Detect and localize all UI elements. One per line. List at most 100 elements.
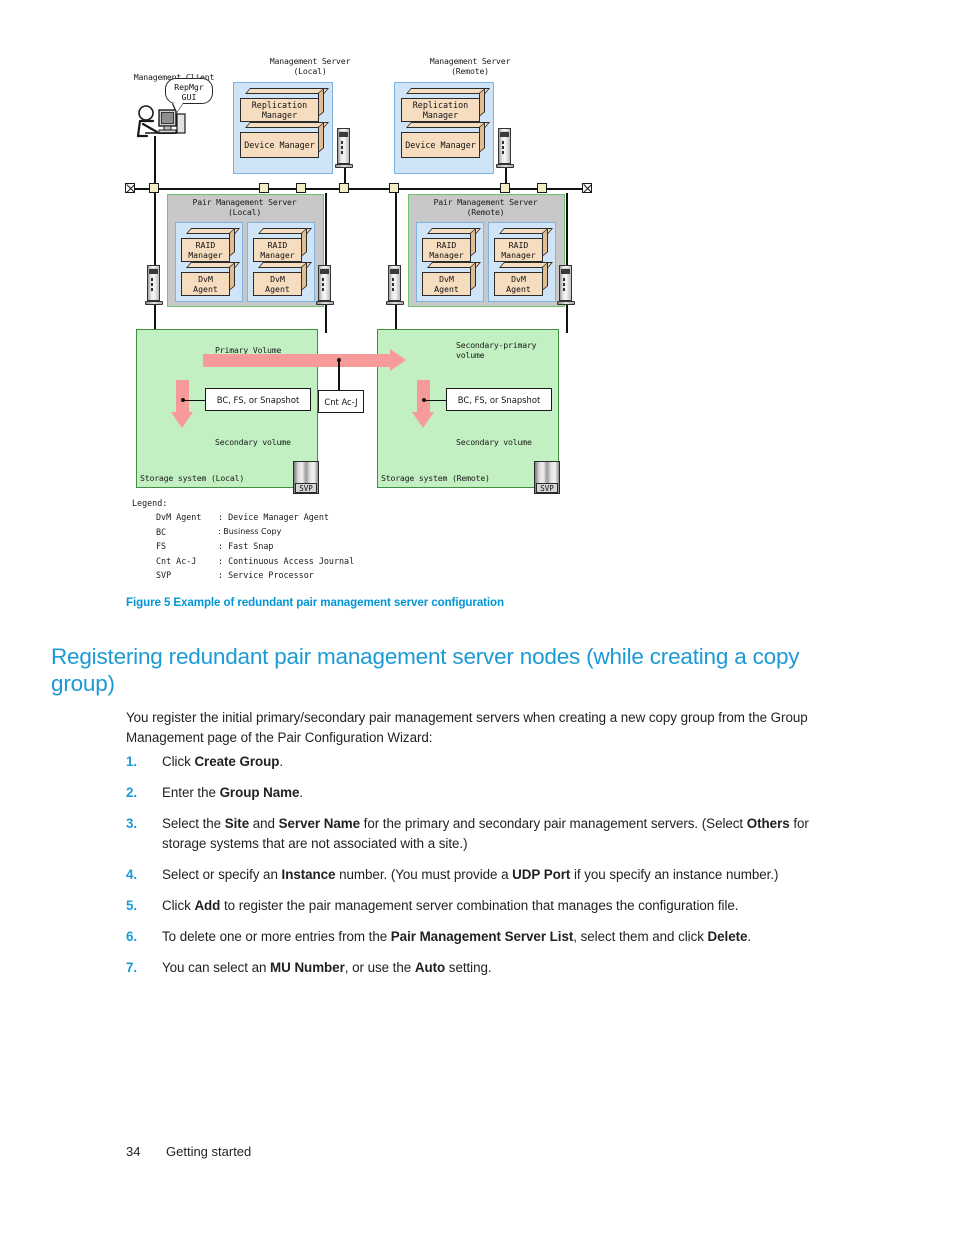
list-item: 1. Click Create Group. [126,752,826,772]
local-bc-fs-snapshot-callout: BC, FS, or Snapshot [205,388,311,411]
remote-secondary-volume-label: Secondary volume [456,437,532,447]
page-number: 34 [126,1144,141,1159]
legend-term: BC [156,526,167,537]
network-terminator-left-icon [125,183,135,193]
figure-region: Management Client Management Server (Loc… [0,0,954,600]
pms-remote-right-uplink [566,193,568,265]
local-copy-lead-line [183,399,205,401]
dvm-agent-box-local-2: DvM Agent [253,261,313,296]
cnt-ac-j-lead-line [338,360,340,391]
local-copy-arrow [171,380,194,428]
intro-paragraph: You register the initial primary/seconda… [126,710,808,745]
storage-system-remote-label: Storage system (Remote) [381,473,490,483]
pms-local-right-uplink [325,193,327,265]
management-server-remote-label: Management Server (Remote) [429,56,511,76]
bubble-tail-icon [173,103,183,112]
local-secondary-volume-icon [165,428,201,470]
replication-manager-box-remote: Replication Manager [401,87,491,122]
diagram-legend: Legend: DvM Agent : Device Manager Agent… [132,498,354,583]
management-server-remote-tower-icon [496,128,514,170]
svp-remote-tag: SVP [536,482,558,493]
network-node-5 [389,183,399,193]
raid-manager-box-local-1: RAID Manager [181,227,241,262]
management-client-icon [133,102,193,144]
step-number: 4. [126,867,138,882]
raid-manager-box-remote-1: RAID Manager [422,227,482,262]
network-node-1 [149,183,159,193]
svp-remote-icon: SVP [534,461,560,494]
network-node-7 [537,183,547,193]
legend-row: Cnt Ac-J : Continuous Access Journal [132,554,354,569]
list-item: 6. To delete one or more entries from th… [126,927,826,947]
list-item: 4. Select or specify an Instance number.… [126,865,826,885]
step-text: Click Add to register the pair managemen… [162,898,739,913]
footer-section-title: Getting started [166,1144,252,1159]
list-item: 2. Enter the Group Name. [126,783,826,803]
step-number: 3. [126,816,138,831]
raid-manager-box-remote-2: RAID Manager [494,227,554,262]
pms-local-tower-left-icon [145,265,163,307]
legend-definition: : Service Processor [218,570,314,580]
repmgr-gui-bubble: RepMgr GUI [165,78,213,104]
pms-remote-tower-right-icon [557,265,575,307]
legend-row: SVP : Service Processor [132,568,354,583]
step-number: 1. [126,754,138,769]
remote-copy-lead-line [424,399,446,401]
step-text: Select the Site and Server Name for the … [162,816,809,851]
remote-secondary-volume-icon [406,428,442,470]
legend-title: Legend: [132,498,168,508]
dvm-agent-box-remote-1: DvM Agent [422,261,482,296]
local-secondary-volume-label: Secondary volume [215,437,291,447]
remote-copy-arrow [412,380,435,428]
pms-local-left-uplink [154,193,156,265]
legend-term: FS [156,541,167,551]
raid-manager-box-local-2: RAID Manager [253,227,313,262]
network-node-6 [500,183,510,193]
device-manager-box-local: Device Manager [240,121,330,158]
client-network-line [154,136,156,188]
step-number: 2. [126,785,138,800]
secondary-primary-volume-icon [406,338,442,380]
network-bus-line [127,188,592,190]
network-node-2 [259,183,269,193]
legend-definition: : Continuous Access Journal [218,555,355,566]
page-footer: 34 Getting started [126,1144,251,1159]
dvm-agent-box-local-1: DvM Agent [181,261,241,296]
pms-remote-right-downlink [566,305,568,333]
remote-replication-arrow [203,349,406,372]
secondary-primary-volume-label: Secondary-primary volume [456,340,537,360]
remote-bc-fs-snapshot-callout: BC, FS, or Snapshot [446,388,552,411]
pms-remote-left-uplink [395,193,397,265]
dvm-agent-box-remote-2: DvM Agent [494,261,554,296]
legend-term: SVP [156,570,172,580]
pair-management-server-remote-label: Pair Management Server (Remote) [433,197,538,217]
management-server-local-label: Management Server (Local) [269,56,351,76]
step-number: 5. [126,898,138,913]
step-text: Select or specify an Instance number. (Y… [162,867,779,882]
svp-local-icon: SVP [293,461,319,494]
primary-volume-icon [165,338,201,380]
cnt-ac-j-callout: Cnt Ac-J [318,390,364,413]
step-text: You can select an MU Number, or use the … [162,960,492,975]
pair-management-server-local-label: Pair Management Server (Local) [192,197,297,217]
pms-local-tower-right-icon [316,265,334,307]
device-manager-box-remote: Device Manager [401,121,491,158]
network-terminator-right-icon [582,183,592,193]
legend-term: DvM Agent [156,512,202,522]
step-text: Click Create Group. [162,754,284,769]
list-item: 3. Select the Site and Server Name for t… [126,814,826,854]
list-item: 7. You can select an MU Number, or use t… [126,958,826,978]
procedure-steps: 1. Click Create Group. 2. Enter the Grou… [126,752,826,989]
legend-definition: : Device Manager Agent [218,512,329,522]
legend-row: DvM Agent : Device Manager Agent [132,510,354,525]
legend-row: BC : Business Copy [132,525,354,540]
step-text: Enter the Group Name. [162,785,304,800]
list-item: 5. Click Add to register the pair manage… [126,896,826,916]
replication-manager-box-local: Replication Manager [240,87,330,122]
step-number: 7. [126,960,138,975]
network-node-3 [296,183,306,193]
legend-definition: : Business Copy [218,526,282,536]
svp-local-tag: SVP [295,482,317,493]
network-node-4 [339,183,349,193]
pms-remote-tower-left-icon [386,265,404,307]
